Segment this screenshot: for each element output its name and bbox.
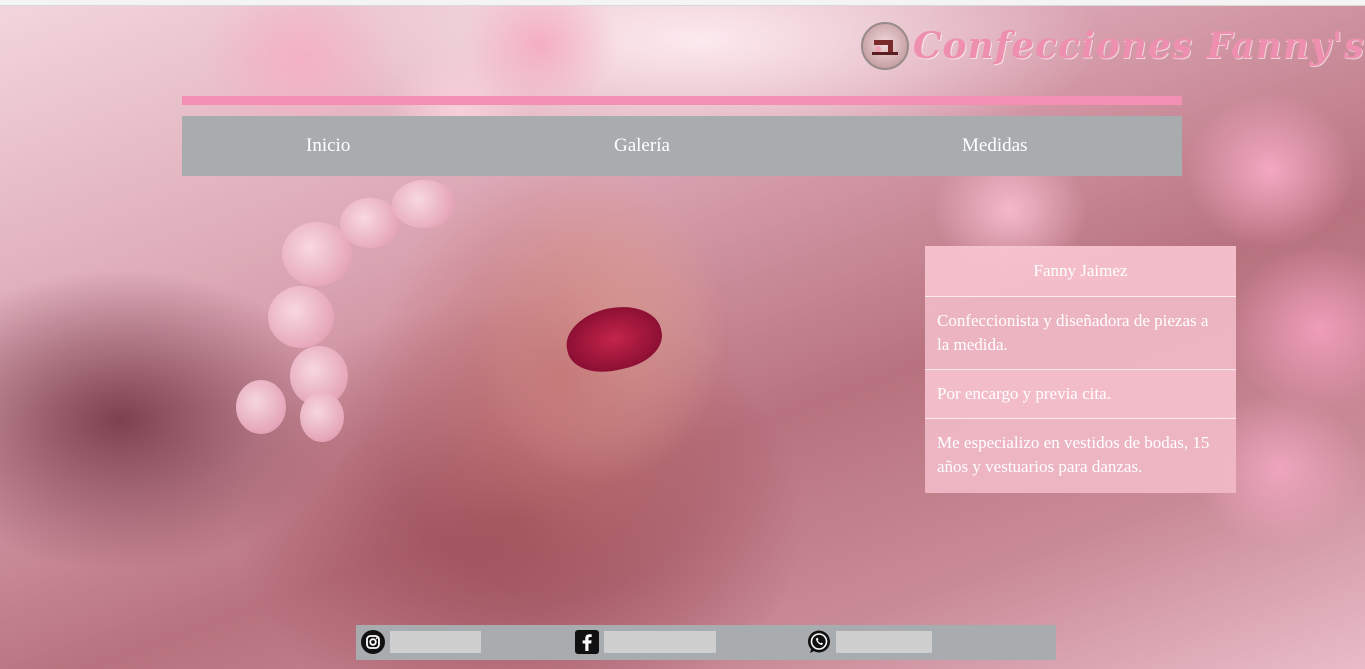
profile-specialty: Me especializo en vestidos de bodas, 15 … — [925, 419, 1236, 493]
facebook-link[interactable] — [574, 629, 716, 655]
brand-logo[interactable]: Confecciones Fanny's — [860, 20, 1365, 72]
nav-item-inicio[interactable]: Inicio — [306, 116, 350, 176]
whatsapp-icon — [806, 629, 832, 655]
facebook-icon — [574, 629, 600, 655]
profile-name: Fanny Jaimez — [925, 246, 1236, 297]
profile-panel: Fanny Jaimez Confeccionista y diseñadora… — [925, 246, 1236, 493]
instagram-label — [390, 631, 481, 653]
whatsapp-link[interactable] — [806, 629, 932, 655]
profile-availability: Por encargo y previa cita. — [925, 370, 1236, 419]
social-footer — [356, 625, 1056, 660]
nav-accent-bar — [182, 96, 1182, 105]
facebook-label — [604, 631, 716, 653]
brand-name: Confecciones Fanny's — [912, 25, 1365, 67]
whatsapp-label — [836, 631, 932, 653]
nav-item-galeria[interactable]: Galería — [614, 116, 670, 176]
instagram-icon — [360, 629, 386, 655]
instagram-link[interactable] — [360, 629, 481, 655]
top-border — [0, 0, 1365, 6]
nav-item-medidas[interactable]: Medidas — [962, 116, 1027, 176]
profile-description: Confeccionista y diseñadora de piezas a … — [925, 297, 1236, 370]
sewing-machine-icon — [860, 22, 909, 70]
main-nav: Inicio Galería Medidas — [182, 116, 1182, 176]
